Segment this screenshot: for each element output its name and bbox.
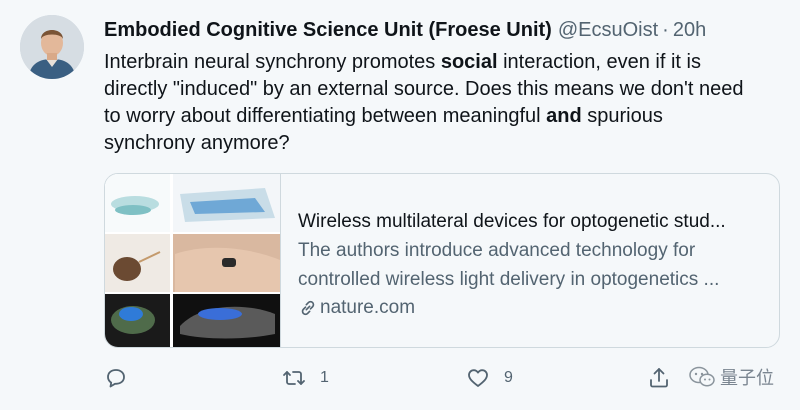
card-description-line1: The authors introduce advanced technolog… (298, 240, 696, 261)
tweet-text-part: Interbrain neural synchrony promotes (104, 51, 441, 73)
link-icon (301, 300, 315, 315)
tweet-text-bold: social (440, 51, 498, 73)
tweet-text-bold: and (546, 105, 582, 127)
separator-dot: · (662, 18, 669, 41)
avatar[interactable] (20, 15, 84, 79)
share-icon (650, 368, 668, 388)
card-title[interactable]: Wireless multilateral devices for optoge… (298, 208, 768, 235)
tweet-actions: 1 9 (104, 363, 668, 393)
card-domain-text: nature.com (320, 297, 416, 318)
card-body: Wireless multilateral devices for optoge… (281, 174, 768, 347)
watermark-text: 量子位 (720, 368, 774, 388)
card-domain: nature.com (298, 294, 768, 321)
author-name[interactable]: Embodied Cognitive Science Unit (Froese … (104, 19, 552, 42)
heart-icon (468, 369, 488, 387)
card-thumbnail (105, 174, 281, 347)
like-count: 9 (504, 369, 513, 386)
tweet-header: Embodied Cognitive Science Unit (Froese … (104, 15, 706, 45)
retweet-count: 1 (320, 369, 329, 386)
share-button[interactable] (647, 363, 671, 393)
link-card[interactable]: Wireless multilateral devices for optoge… (104, 173, 780, 348)
watermark: 量子位 (688, 364, 774, 390)
reply-button[interactable] (104, 363, 128, 393)
tweet-text: Interbrain neural synchrony promotes soc… (104, 49, 754, 157)
retweet-button[interactable]: 1 (282, 363, 329, 393)
like-button[interactable]: 9 (466, 363, 513, 393)
reply-icon (107, 369, 125, 388)
timestamp[interactable]: 20h (673, 19, 706, 42)
author-handle[interactable]: @EcsuOist (558, 19, 658, 42)
wechat-icon (689, 366, 715, 387)
card-description-line2: controlled wireless light delivery in op… (298, 269, 720, 290)
retweet-icon (283, 371, 305, 385)
tweet[interactable]: Embodied Cognitive Science Unit (Froese … (0, 0, 800, 410)
